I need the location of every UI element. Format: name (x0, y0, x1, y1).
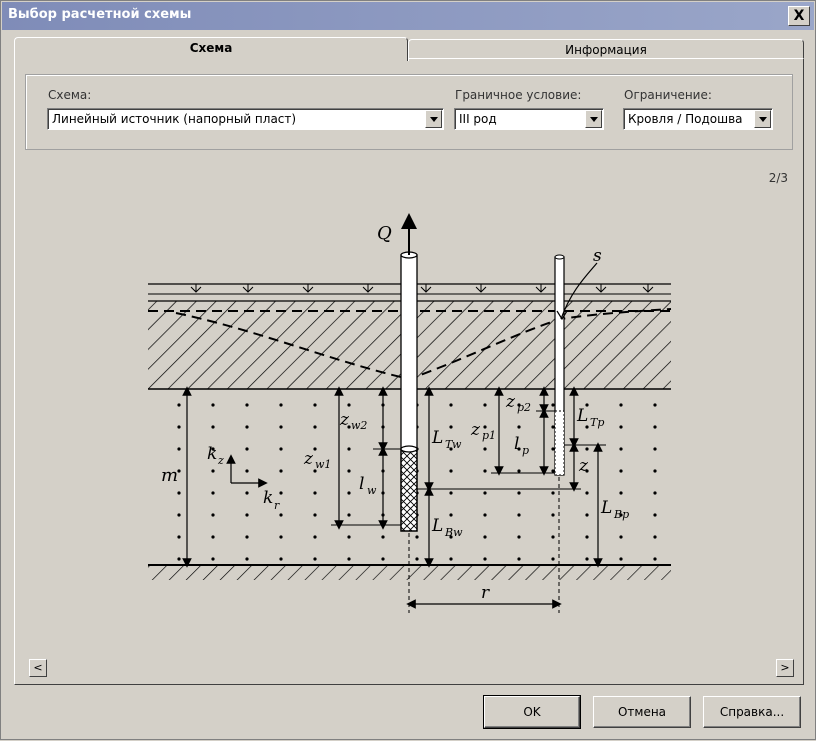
tab-scheme[interactable]: Схема (14, 37, 408, 61)
observation-well (554, 254, 565, 476)
label-kz-sub: z (217, 454, 224, 467)
label-zw2-sub: w2 (351, 419, 367, 432)
label-zp2-sub: p2 (517, 401, 531, 414)
label-lw-sub: w (367, 484, 377, 497)
label-Q: Q (377, 223, 392, 244)
label-zp1-sub: p1 (482, 429, 496, 442)
label-s: s (593, 246, 602, 266)
label-zp2: z (505, 392, 516, 412)
dialog-window: Выбор расчетной схемы X Схема Информация… (0, 0, 816, 740)
label-LBp: L (600, 498, 612, 518)
label-r: r (481, 583, 490, 603)
label-zw1-sub: w1 (315, 458, 331, 471)
aquifer-scheme-diagram: Q s m k z k r z w2 z w1 l w L Tw L Bw z … (148, 213, 672, 613)
label-LTw: L (431, 428, 443, 448)
label-kz: k (207, 444, 217, 464)
label-zw1: z (303, 449, 314, 469)
ok-button[interactable]: OK (483, 695, 581, 729)
label-LBw-sub: Bw (444, 526, 463, 539)
label-kr: k (263, 488, 273, 508)
label-LTp-sub: Tp (590, 416, 604, 429)
label-LBp-sub: Bp (613, 508, 629, 521)
label-LTp: L (576, 406, 588, 426)
cancel-button[interactable]: Отмена (593, 696, 691, 728)
label-z: z (578, 456, 589, 476)
label-zw2: z (339, 410, 350, 430)
label-m: m (161, 465, 178, 486)
help-button[interactable]: Справка... (703, 696, 801, 728)
label-kr-sub: r (274, 499, 280, 512)
label-lw: l (359, 474, 364, 494)
label-zp1: z (470, 420, 481, 440)
label-lp: l (514, 434, 519, 454)
label-lp-sub: p (522, 444, 529, 457)
label-LBw: L (431, 516, 443, 536)
pumping-well (400, 213, 418, 532)
label-LTw-sub: Tw (445, 438, 462, 451)
